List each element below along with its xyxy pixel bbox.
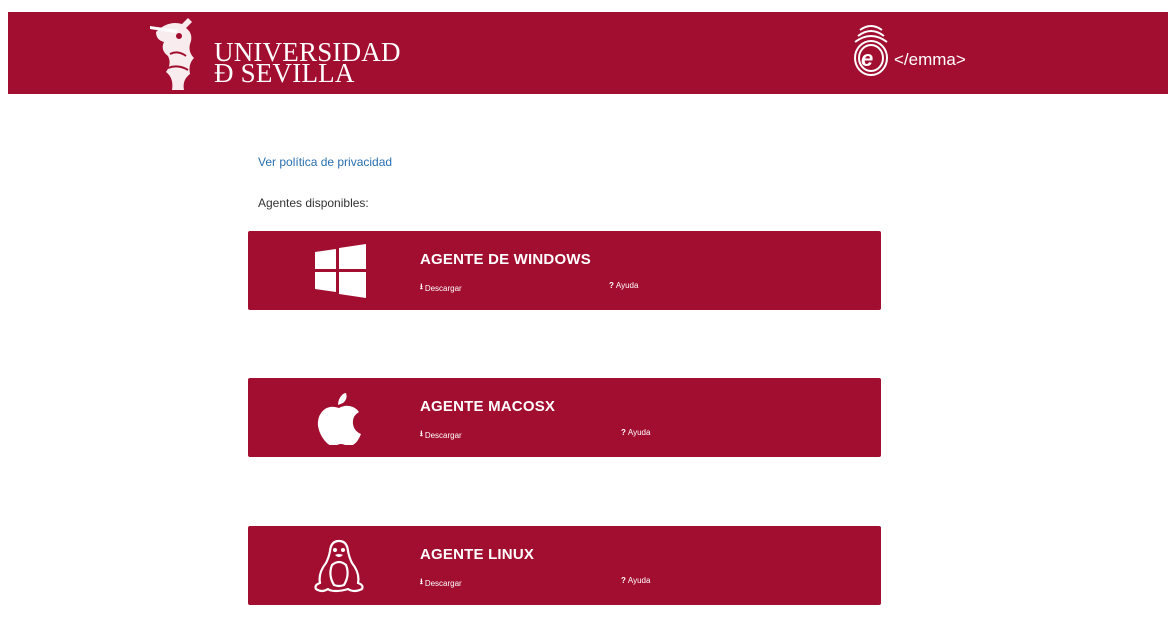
download-link[interactable]: ⭳ Descargar bbox=[420, 576, 462, 590]
agent-card-linux: AGENTE LINUX ⭳ Descargar ? Ayuda bbox=[248, 526, 881, 605]
question-icon: ? bbox=[621, 576, 626, 585]
help-label: Ayuda bbox=[627, 428, 651, 437]
giraldillo-emblem-icon bbox=[150, 18, 194, 90]
apple-icon bbox=[317, 393, 361, 445]
svg-text:e: e bbox=[861, 46, 873, 71]
universidad-sevilla-logo[interactable]: UNIVERSIDAD Đ SEVILLA bbox=[148, 14, 401, 92]
agent-title: AGENTE MACOSX bbox=[420, 398, 556, 415]
windows-icon bbox=[315, 244, 366, 298]
download-icon: ⭳ bbox=[420, 282, 423, 291]
download-icon: ⭳ bbox=[420, 577, 423, 586]
download-label: Descargar bbox=[424, 283, 462, 293]
help-link[interactable]: ? Ayuda bbox=[609, 281, 638, 290]
download-link[interactable]: ⭳ Descargar bbox=[420, 281, 462, 295]
emma-wordmark: </emma> bbox=[894, 50, 966, 69]
emma-e-icon: e bbox=[854, 25, 888, 76]
emma-logo[interactable]: e </emma> bbox=[848, 22, 988, 84]
help-link[interactable]: ? Ayuda bbox=[621, 576, 650, 585]
privacy-policy-link[interactable]: Ver política de privacidad bbox=[258, 155, 392, 169]
download-label: Descargar bbox=[424, 430, 462, 440]
download-label: Descargar bbox=[424, 578, 462, 588]
help-link[interactable]: ? Ayuda bbox=[621, 428, 650, 437]
download-icon: ⭳ bbox=[420, 429, 423, 438]
agent-title: AGENTE LINUX bbox=[420, 546, 535, 563]
help-label: Ayuda bbox=[615, 281, 639, 290]
agent-title: AGENTE DE WINDOWS bbox=[420, 251, 591, 268]
agent-card-windows: AGENTE DE WINDOWS ⭳ Descargar ? Ayuda bbox=[248, 231, 881, 310]
header-bar: UNIVERSIDAD Đ SEVILLA e </emma> bbox=[8, 12, 1168, 94]
question-icon: ? bbox=[609, 281, 614, 290]
download-link[interactable]: ⭳ Descargar bbox=[420, 428, 462, 442]
universidad-sevilla-wordmark: UNIVERSIDAD Đ SEVILLA bbox=[214, 39, 401, 87]
question-icon: ? bbox=[621, 428, 626, 437]
help-label: Ayuda bbox=[627, 576, 651, 585]
agent-card-macosx: AGENTE MACOSX ⭳ Descargar ? Ayuda bbox=[248, 378, 881, 457]
linux-icon bbox=[314, 539, 364, 593]
agents-available-label: Agentes disponibles: bbox=[258, 196, 369, 210]
